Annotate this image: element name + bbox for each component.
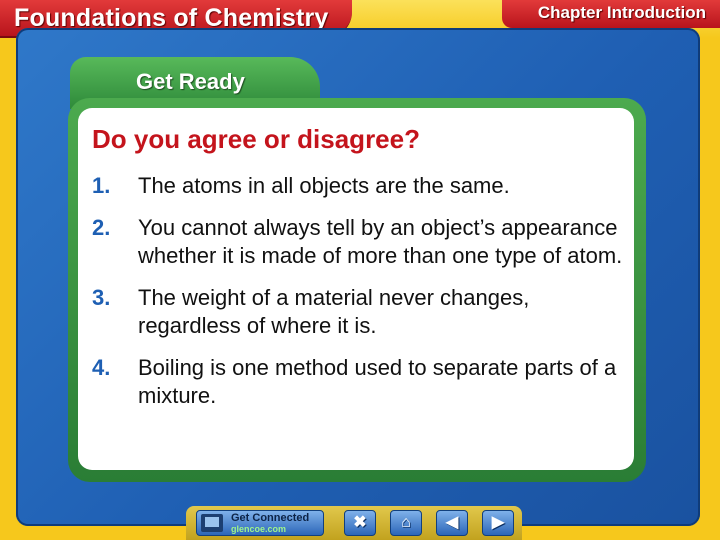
item-text: The atoms in all objects are the same. (138, 173, 510, 198)
list-item: 4. Boiling is one method used to separat… (92, 354, 642, 410)
previous-button[interactable]: ◀ (436, 510, 468, 536)
home-button[interactable]: ⌂ (390, 510, 422, 536)
home-icon: ⌂ (401, 514, 411, 531)
next-icon: ▶ (491, 514, 505, 531)
next-button[interactable]: ▶ (482, 510, 514, 536)
get-connected-label: Get Connected (231, 512, 310, 524)
item-text: You cannot always tell by an object’s ap… (138, 215, 623, 268)
item-text: Boiling is one method used to separate p… (138, 355, 617, 408)
chapter-tab: Chapter Introduction (502, 0, 720, 28)
get-ready-label: Get Ready (136, 69, 245, 94)
get-connected-button[interactable]: Get Connected glencoe.com (196, 510, 324, 536)
question-heading: Do you agree or disagree? (92, 124, 420, 154)
list-item: 2. You cannot always tell by an object’s… (92, 214, 642, 270)
list-item: 3. The weight of a material never change… (92, 284, 642, 340)
monitor-icon (201, 514, 223, 532)
item-text: The weight of a material never changes, … (138, 285, 530, 338)
item-number: 1. (92, 173, 111, 198)
chapter-label: Chapter Introduction (537, 3, 706, 22)
close-button[interactable]: ✖ (344, 510, 376, 536)
close-icon: ✖ (353, 514, 367, 531)
item-number: 4. (92, 355, 111, 380)
previous-icon: ◀ (445, 514, 459, 531)
item-number: 3. (92, 285, 111, 310)
item-number: 2. (92, 215, 111, 240)
statement-list: 1. The atoms in all objects are the same… (92, 172, 642, 424)
list-item: 1. The atoms in all objects are the same… (92, 172, 642, 200)
get-connected-url: glencoe.com (231, 524, 287, 534)
